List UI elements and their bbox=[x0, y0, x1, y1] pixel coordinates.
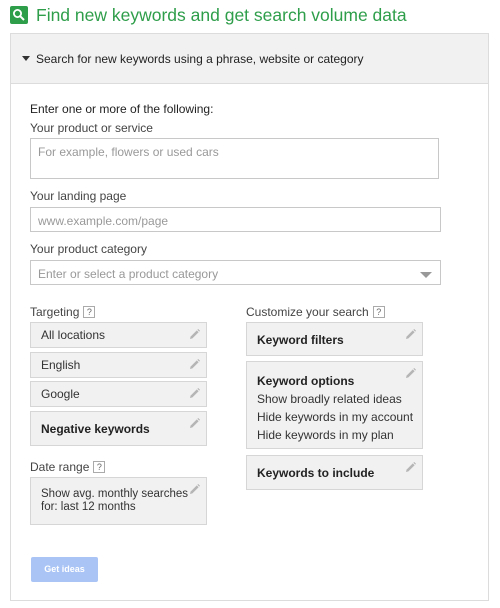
help-icon[interactable]: ? bbox=[93, 461, 106, 473]
dropdown-arrow-icon bbox=[420, 272, 432, 278]
get-ideas-button[interactable]: Get ideas bbox=[31, 557, 98, 582]
caret-down-icon bbox=[22, 56, 30, 61]
targeting-language-label: English bbox=[41, 358, 81, 372]
keyword-filters-label: Keyword filters bbox=[257, 333, 344, 347]
category-select[interactable]: Enter or select a product category bbox=[30, 260, 441, 285]
keywords-to-include[interactable]: Keywords to include bbox=[246, 455, 423, 490]
help-icon[interactable]: ? bbox=[83, 306, 96, 318]
category-label: Your product category bbox=[30, 242, 147, 256]
date-range-line1: Show avg. monthly searches bbox=[41, 488, 189, 500]
product-label: Your product or service bbox=[30, 121, 153, 135]
pencil-icon bbox=[405, 368, 416, 379]
negative-keywords-label: Negative keywords bbox=[41, 422, 150, 436]
product-input[interactable]: For example, flowers or used cars bbox=[30, 138, 439, 179]
targeting-label-text: Targeting bbox=[30, 305, 80, 319]
search-icon bbox=[10, 6, 28, 24]
pencil-icon bbox=[405, 462, 416, 473]
targeting-language[interactable]: English bbox=[30, 352, 207, 378]
pencil-icon bbox=[189, 359, 200, 370]
help-icon[interactable]: ? bbox=[372, 306, 385, 318]
date-range-label: Date range? bbox=[30, 460, 106, 474]
targeting-locations-label: All locations bbox=[41, 328, 106, 342]
keyword-option: Hide keywords in my plan bbox=[257, 428, 394, 442]
customize-label-text: Customize your search bbox=[246, 305, 369, 319]
keyword-option: Hide keywords in my account bbox=[257, 410, 414, 424]
page-title: Find new keywords and get search volume … bbox=[36, 4, 407, 25]
keyword-options[interactable]: Keyword options Show broadly related ide… bbox=[246, 361, 423, 449]
keyword-options-title: Keyword options bbox=[257, 374, 355, 388]
category-placeholder: Enter or select a product category bbox=[38, 267, 219, 281]
pencil-icon bbox=[189, 388, 200, 399]
date-range-line2: for: last 12 months bbox=[41, 501, 136, 513]
keyword-filters[interactable]: Keyword filters bbox=[246, 322, 423, 356]
pencil-icon bbox=[189, 484, 200, 495]
keyword-options-content: Keyword options Show broadly related ide… bbox=[257, 372, 413, 444]
page-header: Find new keywords and get search volume … bbox=[10, 4, 407, 26]
pencil-icon bbox=[189, 329, 200, 340]
pencil-icon bbox=[189, 418, 200, 429]
date-range-option[interactable]: Show avg. monthly searches for: last 12 … bbox=[30, 477, 207, 525]
date-range-label-text: Date range bbox=[30, 460, 90, 474]
search-panel: Search for new keywords using a phrase, … bbox=[10, 33, 489, 601]
panel-toggle[interactable]: Search for new keywords using a phrase, … bbox=[11, 34, 488, 84]
keyword-option: Show broadly related ideas bbox=[257, 392, 402, 406]
landing-page-input[interactable]: www.example.com/page bbox=[30, 207, 441, 232]
intro-text: Enter one or more of the following: bbox=[30, 102, 214, 116]
panel-title: Search for new keywords using a phrase, … bbox=[36, 51, 364, 66]
keywords-to-include-label: Keywords to include bbox=[257, 466, 375, 480]
landing-label: Your landing page bbox=[30, 189, 127, 203]
targeting-locations[interactable]: All locations bbox=[30, 322, 207, 348]
pencil-icon bbox=[405, 329, 416, 340]
date-range-value: Show avg. monthly searches for: last 12 … bbox=[41, 488, 188, 514]
targeting-network-label: Google bbox=[41, 387, 80, 401]
customize-label: Customize your search? bbox=[246, 305, 385, 319]
targeting-network[interactable]: Google bbox=[30, 381, 207, 407]
targeting-label: Targeting? bbox=[30, 305, 96, 319]
negative-keywords[interactable]: Negative keywords bbox=[30, 411, 207, 446]
